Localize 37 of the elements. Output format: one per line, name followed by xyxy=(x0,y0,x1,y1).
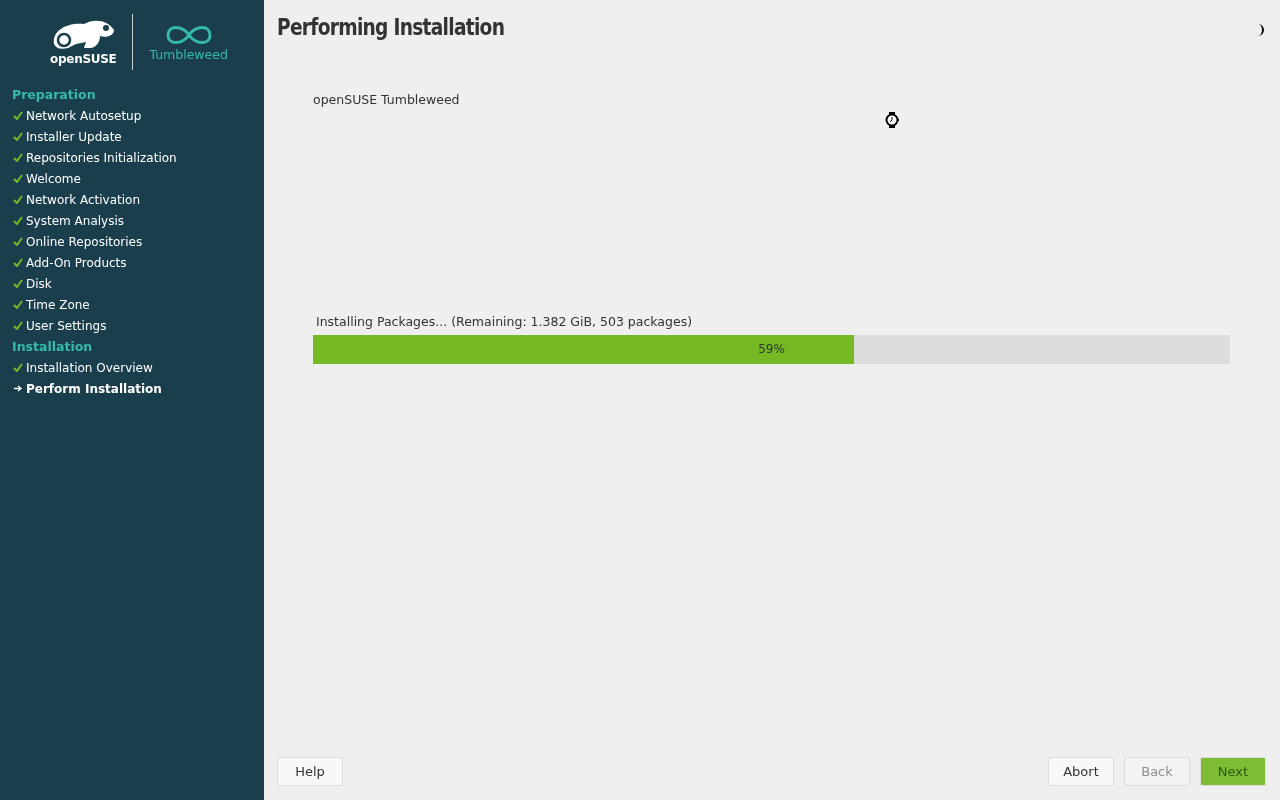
product-label: openSUSE Tumbleweed xyxy=(313,92,460,107)
section-heading: Preparation xyxy=(11,86,97,104)
progress-reading: 59% xyxy=(758,341,785,356)
checkmark-icon xyxy=(13,258,23,267)
dialog-button[interactable]: Abort xyxy=(1048,757,1114,786)
step-item: Welcome xyxy=(26,171,81,186)
section-heading: Installation xyxy=(11,338,94,356)
step-item: Network Autosetup xyxy=(26,108,142,123)
step-item: System Analysis xyxy=(26,213,124,228)
checkmark-icon xyxy=(13,174,23,183)
checkmark-icon xyxy=(13,300,23,309)
checkmark-icon xyxy=(13,363,23,372)
checkmark-icon xyxy=(13,195,23,204)
progress-label: Installing Packages... (Remaining: 1.382 GiB, 503 packages) xyxy=(316,313,693,329)
brand-name: openSUSE xyxy=(50,52,117,66)
checkmark-icon xyxy=(13,132,23,141)
step-item: Network Activation xyxy=(26,192,140,207)
step-item: User Settings xyxy=(26,318,107,333)
step-item: Installer Update xyxy=(26,129,122,144)
checkmark-icon xyxy=(13,153,23,162)
checkmark-icon xyxy=(13,216,23,225)
step-item: Add-On Products xyxy=(26,255,127,270)
arrow-icon xyxy=(13,384,23,393)
dialog-button[interactable]: Help xyxy=(277,757,343,786)
product-name: Tumbleweed xyxy=(149,46,228,62)
checkmark-icon xyxy=(13,237,23,246)
step-item: Repositories Initialization xyxy=(26,150,177,165)
checkmark-icon xyxy=(13,279,23,288)
checkmark-icon xyxy=(13,111,23,120)
step-item: Installation Overview xyxy=(26,360,153,375)
step-item: Disk xyxy=(26,276,52,291)
step-item: Time Zone xyxy=(26,297,90,312)
step-item: Online Repositories xyxy=(26,234,143,249)
step-item: Perform Installation xyxy=(26,381,162,396)
checkmark-icon xyxy=(13,321,23,330)
watch-cursor-icon xyxy=(884,112,900,128)
page-title: Performing Installation xyxy=(277,14,505,40)
